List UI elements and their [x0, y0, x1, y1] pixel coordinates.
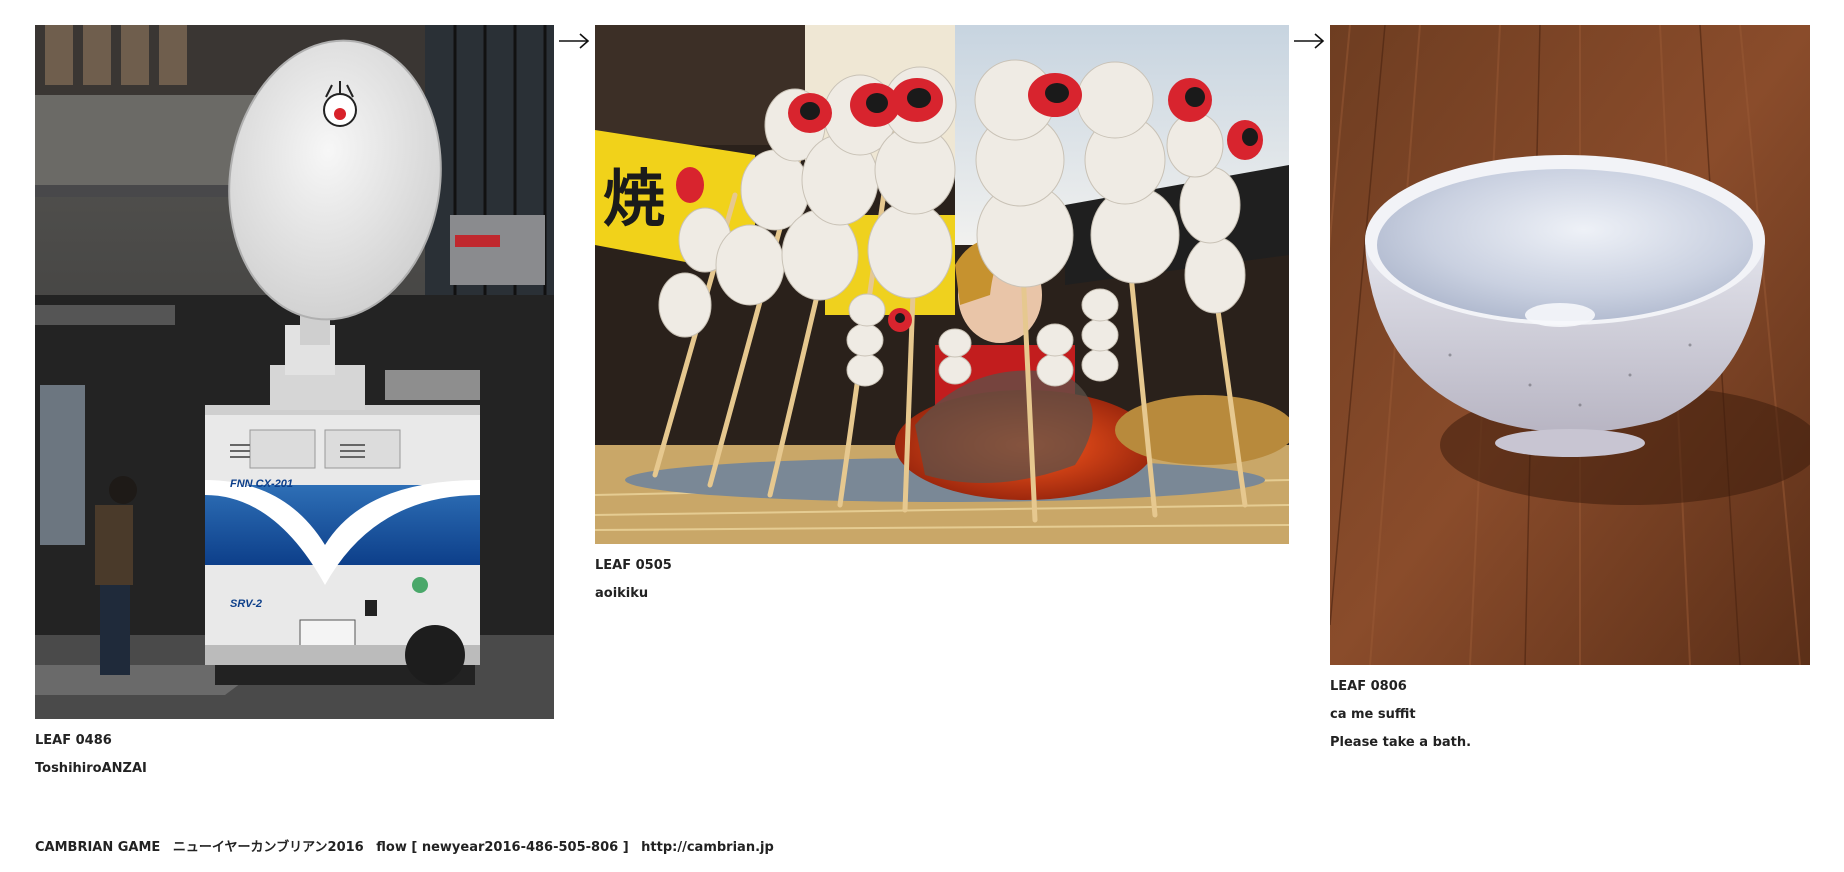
- truck-model-text: SRV-2: [230, 598, 262, 610]
- broadcast-truck-image: FNN CX-201 SRV-2: [35, 25, 554, 719]
- footer-event-title: ニューイヤーカンブリアン2016: [172, 840, 364, 855]
- footer-url-link[interactable]: http://cambrian.jp: [641, 840, 774, 855]
- leaf-author[interactable]: aoikiku: [595, 580, 1289, 608]
- leaf-card-0505: 焼 LEAF 0505 aoikiku: [595, 25, 1289, 608]
- leaf-id-label: LEAF 0806: [1330, 679, 1407, 694]
- leaf-id-label: LEAF 0486: [35, 733, 112, 748]
- leaf-note: Please take a bath.: [1330, 735, 1472, 750]
- right-arrow-icon: [559, 33, 590, 49]
- leaf-card-0806: LEAF 0806 ca me suffit Please take a bat…: [1330, 25, 1810, 757]
- truck-plate-text: FNN CX-201: [230, 478, 293, 490]
- leaf-author[interactable]: ToshihiroANZAI: [35, 755, 554, 783]
- svg-text:焼: 焼: [603, 162, 665, 235]
- footer: CAMBRIAN GAME ニューイヤーカンブリアン2016 flow [ ne…: [35, 836, 782, 855]
- leaf-photo-broadcast-truck[interactable]: FNN CX-201 SRV-2: [35, 25, 554, 719]
- dango-skewers-image: 焼: [595, 25, 1289, 544]
- leaf-card-0486: FNN CX-201 SRV-2 LEAF 0486 ToshihiroANZA…: [35, 25, 554, 783]
- leaf-photo-bowl[interactable]: [1330, 25, 1810, 665]
- right-arrow-icon: [1294, 33, 1325, 49]
- leaf-author[interactable]: ca me suffit: [1330, 701, 1810, 729]
- leaf-photo-dango[interactable]: 焼: [595, 25, 1289, 544]
- ceramic-bowl-image: [1330, 25, 1810, 665]
- leaf-id-label: LEAF 0505: [595, 558, 672, 573]
- footer-flow-id: flow [ newyear2016-486-505-806 ]: [376, 840, 629, 855]
- footer-game-title[interactable]: CAMBRIAN GAME: [35, 840, 160, 855]
